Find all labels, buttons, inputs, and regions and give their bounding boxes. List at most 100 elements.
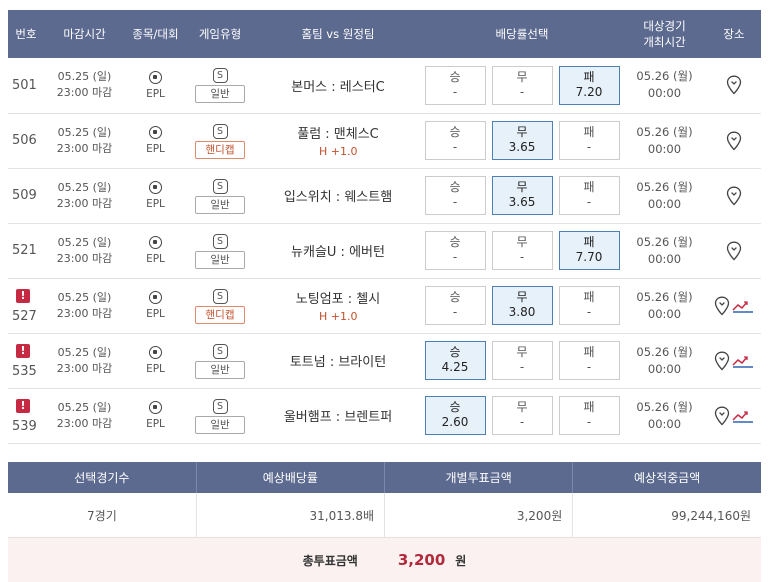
odds-button-lose[interactable]: 패 - <box>558 341 620 380</box>
location-pin-icon[interactable] <box>726 186 742 206</box>
league-cell: EPL <box>125 278 186 333</box>
total-bet-value: 3,200 <box>397 551 446 569</box>
game-type-cell: S 일반 <box>186 388 254 443</box>
location-pin-icon[interactable] <box>714 406 730 426</box>
sports-s-icon: S <box>212 343 228 359</box>
odds-cell: 승 - 무 - 패 7.20 <box>422 58 622 113</box>
odds-group: 승 - 무 - 패 7.20 <box>422 65 622 105</box>
game-number: 509 <box>12 188 37 203</box>
location-pin-icon[interactable] <box>726 241 742 261</box>
odds-button-draw[interactable]: 무 3.65 <box>491 176 553 215</box>
game-number-cell: 501 <box>8 58 44 113</box>
odds-button-win[interactable]: 승 - <box>424 286 486 325</box>
odds-label: 무 <box>516 235 528 249</box>
event-time: 00:00 <box>647 306 682 321</box>
odds-button-win[interactable]: 승 - <box>424 65 486 105</box>
location-pin-icon[interactable] <box>714 351 730 371</box>
odds-button-draw[interactable]: 무 - <box>491 396 553 435</box>
match-teams: 울버햄프 : 브렌트퍼 <box>283 410 393 425</box>
odds-button-win[interactable]: 승 - <box>424 121 486 160</box>
table-row: 509 05.25 (일) 23:00 마감 EPL S 일반 입스위치 : 웨… <box>8 168 761 223</box>
league-cell: EPL <box>125 223 186 278</box>
table-row: 506 05.25 (일) 23:00 마감 EPL S 핸디캡 풀럼 : 맨체… <box>8 113 761 168</box>
event-date: 05.26 (월) <box>636 344 693 359</box>
game-type-badge: 일반 <box>195 415 245 434</box>
trend-chart-icon[interactable] <box>732 299 754 313</box>
deadline-date: 05.25 (일) <box>57 70 112 84</box>
odds-label: 무 <box>516 125 528 139</box>
venue-cell <box>707 278 761 333</box>
sports-s-icon: S <box>212 288 228 304</box>
odds-button-draw[interactable]: 무 3.65 <box>491 121 553 160</box>
odds-button-lose[interactable]: 패 7.20 <box>558 65 620 105</box>
odds-cell: 승 - 무 3.80 패 - <box>422 278 622 333</box>
top-cut-text <box>700 0 773 5</box>
match-cell: 본머스 : 레스터C <box>254 58 422 113</box>
odds-label: 승 <box>449 400 461 414</box>
event-time: 00:00 <box>647 86 682 101</box>
trend-chart-icon[interactable] <box>732 354 754 368</box>
league-name: EPL <box>146 418 165 430</box>
deadline-cell: 05.25 (일) 23:00 마감 <box>44 333 125 388</box>
total-bet-row: 총투표금액 3,200 원 <box>8 537 761 582</box>
deadline-time: 23:00 마감 <box>56 86 113 100</box>
summary-count: 7경기 <box>8 493 197 537</box>
odds-value: - <box>519 84 525 99</box>
col-league: 종목/대회 <box>125 10 186 58</box>
summary-header-odds: 예상배당률 <box>196 462 386 493</box>
odds-button-win[interactable]: 승 4.25 <box>424 341 486 380</box>
odds-button-lose[interactable]: 패 7.70 <box>558 231 620 270</box>
odds-button-draw[interactable]: 무 - <box>491 341 553 380</box>
odds-button-draw[interactable]: 무 - <box>491 65 553 105</box>
table-row: ! 535 05.25 (일) 23:00 마감 EPL S 일반 토트넘 : … <box>8 333 761 388</box>
match-cell: 풀럼 : 맨체스C H +1.0 <box>254 113 422 168</box>
odds-group: 승 2.60 무 - 패 - <box>422 396 622 435</box>
deadline-time: 23:00 마감 <box>56 361 113 375</box>
odds-group: 승 - 무 - 패 7.70 <box>422 231 622 270</box>
sports-s-icon: S <box>212 68 228 84</box>
event-time: 00:00 <box>647 141 682 156</box>
odds-label: 무 <box>516 345 528 359</box>
match-cell: 노팅엄포 : 첼시 H +1.0 <box>254 278 422 333</box>
odds-button-lose[interactable]: 패 - <box>558 176 620 215</box>
odds-button-lose[interactable]: 패 - <box>558 286 620 325</box>
alert-icon: ! <box>16 343 30 358</box>
location-pin-icon[interactable] <box>726 131 742 151</box>
trend-chart-icon[interactable] <box>732 409 754 423</box>
deadline-date: 05.25 (일) <box>57 235 112 249</box>
event-date: 05.26 (월) <box>636 289 693 304</box>
odds-label: 승 <box>449 235 461 249</box>
odds-button-lose[interactable]: 패 - <box>558 396 620 435</box>
col-match: 홈팀 vs 원정팀 <box>254 10 422 58</box>
match-teams: 입스위치 : 웨스트햄 <box>283 190 393 205</box>
location-pin-icon[interactable] <box>714 296 730 316</box>
odds-group: 승 4.25 무 - 패 - <box>422 341 622 380</box>
handicap-value: H +1.0 <box>319 145 358 158</box>
odds-button-draw[interactable]: 무 3.80 <box>491 286 553 325</box>
sports-s-icon: S <box>212 233 228 249</box>
league-cell: EPL <box>125 168 186 223</box>
odds-value: - <box>586 140 592 154</box>
odds-button-draw[interactable]: 무 - <box>491 231 553 270</box>
game-type-badge: 일반 <box>195 195 245 214</box>
odds-value: 3.80 <box>508 305 536 319</box>
odds-cell: 승 2.60 무 - 패 - <box>422 388 622 443</box>
venue-icons <box>707 406 761 426</box>
odds-button-lose[interactable]: 패 - <box>558 121 620 160</box>
odds-button-win[interactable]: 승 - <box>424 176 486 215</box>
col-venue: 장소 <box>707 10 761 58</box>
league-cell: EPL <box>125 113 186 168</box>
game-type-cell: S 일반 <box>186 333 254 388</box>
game-number-cell: 506 <box>8 113 44 168</box>
odds-label: 무 <box>516 69 528 84</box>
match-teams: 본머스 : 레스터C <box>291 79 385 95</box>
odds-button-win[interactable]: 승 2.60 <box>424 396 486 435</box>
event-time-cell: 05.26 (월) 00:00 <box>622 168 707 223</box>
table-row: 521 05.25 (일) 23:00 마감 EPL S 일반 뉴캐슬U : 에… <box>8 223 761 278</box>
odds-label: 패 <box>583 180 595 194</box>
location-pin-icon[interactable] <box>726 75 742 95</box>
odds-label: 패 <box>583 290 595 304</box>
soccer-ball-icon <box>149 181 162 194</box>
odds-button-win[interactable]: 승 - <box>424 231 486 270</box>
alert-icon: ! <box>16 288 30 303</box>
